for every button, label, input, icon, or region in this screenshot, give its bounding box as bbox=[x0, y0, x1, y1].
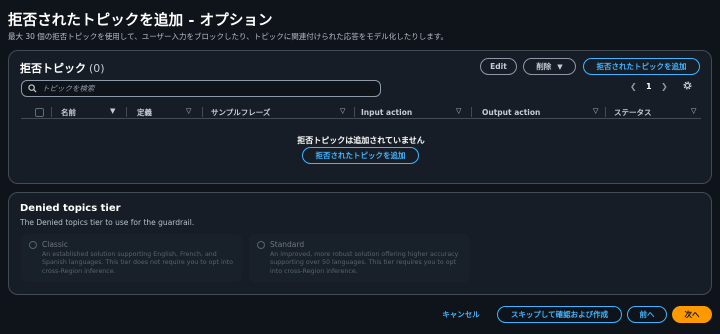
edit-button[interactable]: Edit bbox=[480, 58, 517, 75]
column-header-output-action[interactable]: Output action ▽ bbox=[482, 105, 602, 119]
tier-option-classic[interactable]: Classic An established solution supporti… bbox=[21, 234, 242, 282]
column-header-sample-phrases[interactable]: サンプルフレーズ ▽ bbox=[211, 105, 349, 119]
column-label-definition: 定義 bbox=[137, 107, 152, 117]
column-label-output-action: Output action bbox=[482, 107, 541, 117]
column-label-status: ステータス bbox=[614, 107, 652, 117]
add-denied-topic-button[interactable]: 拒否されたトピックを追加 bbox=[583, 58, 700, 75]
column-divider bbox=[605, 107, 606, 117]
denied-topics-count: (0) bbox=[89, 62, 105, 75]
column-header-name[interactable]: 名前 ▼ bbox=[61, 105, 119, 119]
topics-table-header: 名前 ▼ 定義 ▽ サンプルフレーズ ▽ Input action ▽ Outp… bbox=[21, 105, 701, 119]
next-page-icon[interactable]: ❯ bbox=[661, 82, 668, 91]
sort-icon[interactable]: ▽ bbox=[186, 107, 191, 115]
caret-down-icon: ▼ bbox=[557, 62, 563, 71]
tier-option-standard[interactable]: Standard An improved, more robust soluti… bbox=[249, 234, 470, 282]
radio-button[interactable] bbox=[257, 241, 265, 249]
column-header-status[interactable]: ステータス ▽ bbox=[614, 105, 699, 119]
cancel-button[interactable]: キャンセル bbox=[433, 306, 489, 323]
page-title: 拒否されたトピックを追加 - オプション bbox=[8, 13, 273, 29]
sort-icon[interactable]: ▽ bbox=[691, 107, 696, 115]
tier-option-name: Classic bbox=[42, 240, 68, 249]
denied-topics-tier-panel: Denied topics tier The Denied topics tie… bbox=[8, 192, 712, 295]
column-divider bbox=[354, 107, 355, 117]
delete-dropdown-button[interactable]: 削除 ▼ bbox=[523, 58, 576, 75]
select-all-checkbox[interactable] bbox=[35, 108, 44, 117]
column-label-input-action: Input action bbox=[361, 107, 413, 117]
sort-icon[interactable]: ▽ bbox=[340, 107, 345, 115]
denied-topics-heading: 拒否トピック (0) bbox=[20, 60, 105, 76]
column-divider bbox=[471, 107, 472, 117]
settings-gear-icon[interactable] bbox=[682, 80, 693, 91]
denied-topics-panel: 拒否トピック(0) Edit 削除 ▼ 拒否されたトピックを追加 ❮ 1 ❯ 名… bbox=[8, 50, 712, 184]
column-divider bbox=[202, 107, 203, 117]
search-input[interactable] bbox=[42, 84, 362, 93]
column-label-sample-phrases: サンプルフレーズ bbox=[211, 107, 271, 117]
denied-topics-heading-text: 拒否トピック bbox=[20, 62, 86, 75]
skip-to-review-button[interactable]: スキップして確認および作成 bbox=[497, 306, 622, 323]
delete-button-label: 削除 bbox=[536, 62, 552, 71]
tier-heading: Denied topics tier bbox=[20, 203, 121, 214]
previous-button[interactable]: 前へ bbox=[627, 306, 667, 323]
topic-search[interactable] bbox=[21, 80, 381, 97]
sort-icon[interactable]: ▽ bbox=[593, 107, 598, 115]
tier-option-name: Standard bbox=[270, 240, 305, 249]
page-number[interactable]: 1 bbox=[646, 82, 652, 91]
radio-button[interactable] bbox=[29, 241, 37, 249]
page-subtitle: 最大 30 個の拒否トピックを使用して、ユーザー入力をブロックしたり、トピックに… bbox=[8, 32, 449, 41]
column-header-input-action[interactable]: Input action ▽ bbox=[361, 105, 465, 119]
column-divider bbox=[126, 107, 127, 117]
prev-page-icon[interactable]: ❮ bbox=[630, 82, 637, 91]
tier-option-description: An improved, more robust solution offeri… bbox=[270, 251, 459, 275]
tier-option-description: An established solution supporting Engli… bbox=[42, 251, 234, 275]
tier-description: The Denied topics tier to use for the gu… bbox=[20, 218, 195, 227]
column-label-name: 名前 bbox=[61, 107, 76, 117]
empty-state-message: 拒否トピックは追加されていません bbox=[297, 136, 425, 145]
empty-state-add-button[interactable]: 拒否されたトピックを追加 bbox=[302, 147, 419, 164]
search-icon bbox=[28, 84, 37, 93]
sort-icon[interactable]: ▽ bbox=[456, 107, 461, 115]
next-button[interactable]: 次へ bbox=[672, 306, 712, 323]
column-divider bbox=[51, 107, 52, 117]
column-header-definition[interactable]: 定義 ▽ bbox=[137, 105, 195, 119]
sort-descending-icon[interactable]: ▼ bbox=[110, 107, 115, 115]
